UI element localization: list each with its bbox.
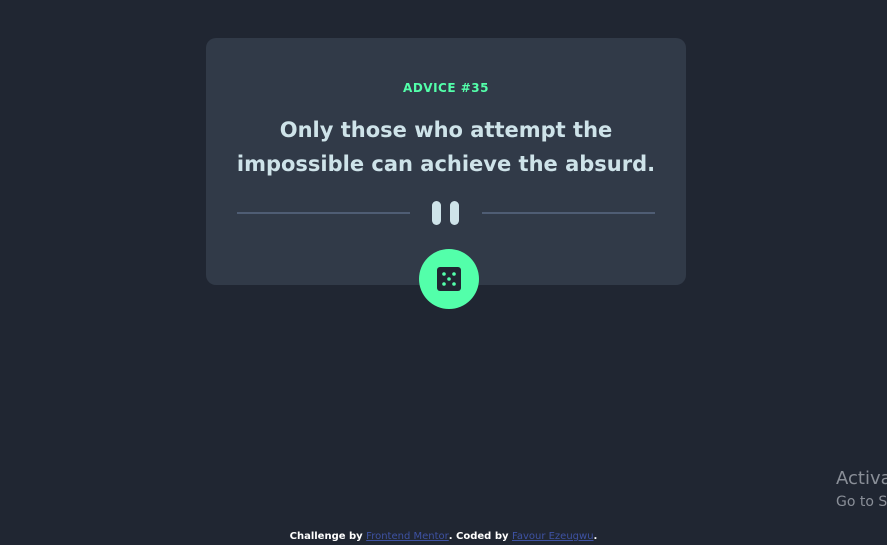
attribution-suffix: . <box>593 531 598 542</box>
attribution-prefix: Challenge by <box>289 531 363 542</box>
frontend-mentor-link[interactable]: Frontend Mentor <box>366 531 449 542</box>
activate-windows-title: Activa <box>836 468 887 489</box>
advice-quote-line-2: impossible can achieve the absurd. <box>236 152 656 176</box>
author-link[interactable]: Favour Ezeugwu <box>512 531 594 542</box>
advice-card: ADVICE #35 Only those who attempt the im… <box>206 38 686 285</box>
activate-windows-watermark: Activa Go to Se <box>836 468 887 511</box>
advice-quote-line-1: Only those who attempt the <box>279 118 613 142</box>
activate-windows-subtitle: Go to Se <box>836 494 887 510</box>
divider-line-left <box>237 212 410 214</box>
attribution-middle: . Coded by <box>448 531 509 542</box>
new-advice-button[interactable] <box>419 249 479 309</box>
advice-quote: Only those who attempt the impossible ca… <box>206 113 686 181</box>
dice-icon <box>437 267 461 291</box>
divider-line-right <box>482 212 655 214</box>
attribution: Challenge by Frontend Mentor. Coded by F… <box>0 531 887 542</box>
advice-id: ADVICE #35 <box>403 81 489 95</box>
divider <box>237 201 655 225</box>
pause-icon <box>431 201 461 225</box>
